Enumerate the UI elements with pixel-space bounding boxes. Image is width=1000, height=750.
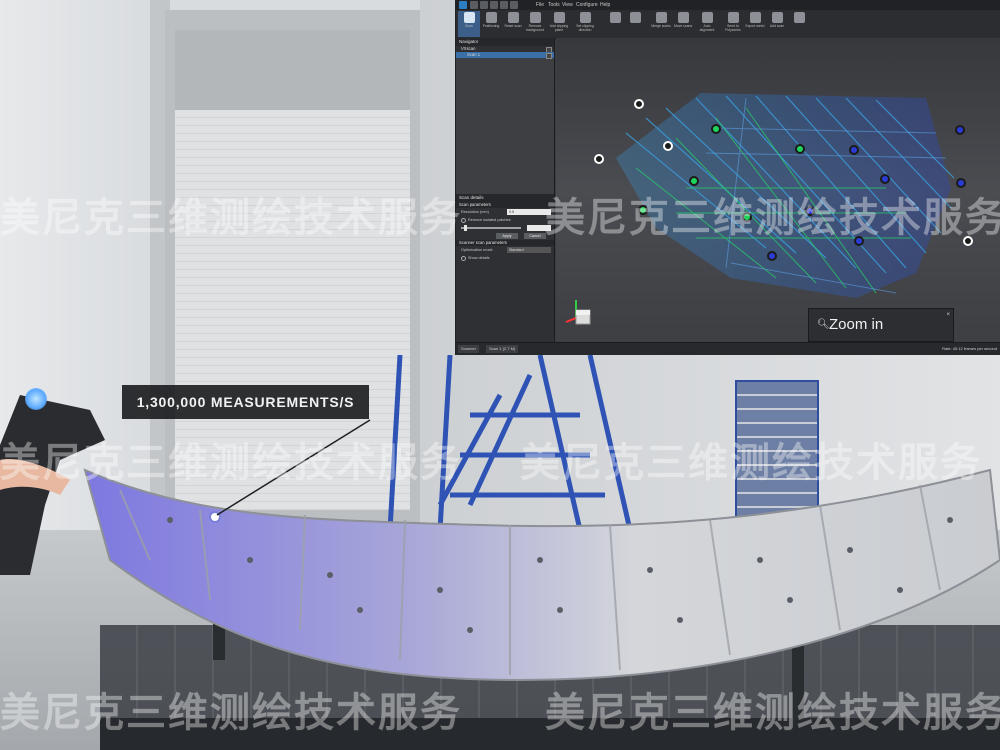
frame-rate-readout: Rate: 45.12 frames per second <box>942 346 997 351</box>
send-icon <box>727 12 739 23</box>
ribbon-label: Move scans <box>673 24 693 28</box>
menu-help[interactable]: Help <box>600 2 610 8</box>
ribbon-merge-scans[interactable]: Merge scans <box>650 11 672 37</box>
remove-background-icon <box>529 12 541 23</box>
status-tab-scan[interactable]: Scan 1 (2.7 M) <box>486 345 519 353</box>
export-mesh-icon <box>749 12 761 23</box>
resolution-row: Resolution (mm) 0.5 <box>456 208 554 216</box>
measurement-rate-label: 1,300,000 MEASUREMENTS/S <box>122 385 369 419</box>
patch-size-slider[interactable] <box>461 225 521 231</box>
axis-gizmo-icon[interactable] <box>564 296 594 332</box>
watermark-middle: 美尼克三维测绘技术服务 <box>0 440 462 486</box>
watermark-top: 美尼克三维测绘技术服务 <box>0 195 462 241</box>
ribbon-add-scan[interactable]: Add scan <box>766 11 788 37</box>
ribbon-clipping-direction[interactable]: Set clipping direction <box>574 11 596 37</box>
remove-patches-label: Remove isolated patches <box>468 218 511 222</box>
ribbon-workflow-a[interactable] <box>788 11 810 37</box>
ribbon-send-to-polyworks[interactable]: Send to Polyworks <box>722 11 744 37</box>
clipping-plane-icon <box>553 12 565 23</box>
redo-icon[interactable] <box>510 1 518 9</box>
visibility-checkbox[interactable] <box>546 53 552 59</box>
ribbon-tool-b[interactable] <box>624 11 646 37</box>
workflow-a-icon <box>793 12 805 23</box>
zoom-tooltip-text: Zoom in <box>829 316 884 333</box>
ribbon-move-scans[interactable]: Move scans <box>672 11 694 37</box>
navigator-header: Navigator <box>456 38 554 46</box>
ribbon-positioning[interactable]: Positioning <box>480 11 502 37</box>
add-scan-icon <box>771 12 783 23</box>
ribbon-label: Export mesh <box>745 24 765 28</box>
watermark-bottom: 美尼克三维测绘技术服务 <box>0 690 462 736</box>
scan-details-header: Scan details <box>456 194 554 202</box>
ribbon-add-clipping-plane[interactable]: Add clipping plane <box>548 11 570 37</box>
optimization-label: Optimization mode <box>461 248 493 252</box>
watermark-middle-right: 美尼克三维测绘技术服务 <box>520 440 982 486</box>
menu-bar: File Tools View Configure Help <box>456 0 1000 10</box>
slider-row <box>456 224 554 232</box>
ribbon-export-mesh[interactable]: Export mesh <box>744 11 766 37</box>
ribbon-auto-alignment[interactable]: Auto alignment <box>696 11 718 37</box>
navigator-empty-area <box>456 58 554 194</box>
ribbon-label: Auto alignment <box>699 24 715 32</box>
ribbon-label: Send to Polyworks <box>725 24 741 32</box>
app-logo-icon[interactable] <box>459 1 467 9</box>
reset-scan-icon <box>507 12 519 23</box>
zoom-icon: 🔍︎ <box>817 319 830 330</box>
optimization-select[interactable]: Standard <box>507 247 551 253</box>
optimization-row: Optimization mode Standard <box>456 246 554 254</box>
tool-a-icon <box>609 12 621 23</box>
tree-item-scan[interactable]: Scan 1 <box>456 52 554 59</box>
status-bar: Scanner Scan 1 (2.7 M) Rate: 45.12 frame… <box>456 342 1000 355</box>
ribbon-label: Set clipping direction <box>576 24 594 32</box>
undo-icon[interactable] <box>500 1 508 9</box>
slider-handle[interactable] <box>464 225 467 231</box>
menu-view[interactable]: View <box>562 2 573 8</box>
merge-icon <box>655 12 667 23</box>
show-details-row: Show details <box>456 254 554 262</box>
watermark-bottom-right: 美尼克三维测绘技术服务 <box>545 690 1000 736</box>
ribbon-reset-scan[interactable]: Reset scan <box>502 11 524 37</box>
new-file-icon[interactable] <box>470 1 478 9</box>
cancel-button[interactable]: Cancel <box>524 233 546 239</box>
left-side-panel: Navigator VXscan Scan 1 Scan details Sca… <box>456 38 555 342</box>
button-row: Apply Cancel <box>456 232 554 240</box>
menu-configure[interactable]: Configure <box>576 2 598 8</box>
ribbon-scan[interactable]: Scan <box>458 11 480 37</box>
positioning-icon <box>485 12 497 23</box>
ribbon-label: Scan <box>465 24 473 28</box>
close-icon[interactable]: × <box>946 299 950 331</box>
open-file-icon[interactable] <box>480 1 488 9</box>
tool-b-icon <box>629 12 641 23</box>
clipping-direction-icon <box>579 12 591 23</box>
align-icon <box>701 12 713 23</box>
ribbon-label: Add clipping plane <box>549 24 569 32</box>
zoom-tooltip: 🔍︎ Zoom in × <box>808 308 954 342</box>
ribbon-tool-a[interactable] <box>604 11 626 37</box>
remove-patches-row: Remove isolated patches <box>456 216 554 224</box>
tree-item-label: Scan 1 <box>467 52 481 57</box>
save-file-icon[interactable] <box>490 1 498 9</box>
scan-icon <box>463 12 475 23</box>
ribbon-toolbar: Scan Positioning Reset scan Remove backg… <box>456 10 1000 46</box>
ribbon-label: Remove background <box>526 24 544 32</box>
move-icon <box>677 12 689 23</box>
show-details-radio[interactable] <box>461 255 466 261</box>
menu-file[interactable]: File <box>536 2 544 8</box>
status-tab-scanner[interactable]: Scanner <box>458 345 479 353</box>
tree-root-label: VXscan <box>461 46 476 51</box>
menu-tools[interactable]: Tools <box>548 2 560 8</box>
watermark-top-right: 美尼克三维测绘技术服务 <box>545 195 1000 241</box>
ribbon-label: Reset scan <box>504 24 522 28</box>
scan-software-window: File Tools View Configure Help Scan Posi… <box>455 0 1000 355</box>
ribbon-label: Positioning <box>482 24 500 28</box>
ribbon-label: Add scan <box>769 24 785 28</box>
resolution-label: Resolution (mm) <box>461 210 489 214</box>
ribbon-remove-background[interactable]: Remove background <box>524 11 546 37</box>
apply-button[interactable]: Apply <box>496 233 518 239</box>
ribbon-label: Merge scans <box>651 24 671 28</box>
show-details-label: Show details <box>468 256 490 260</box>
